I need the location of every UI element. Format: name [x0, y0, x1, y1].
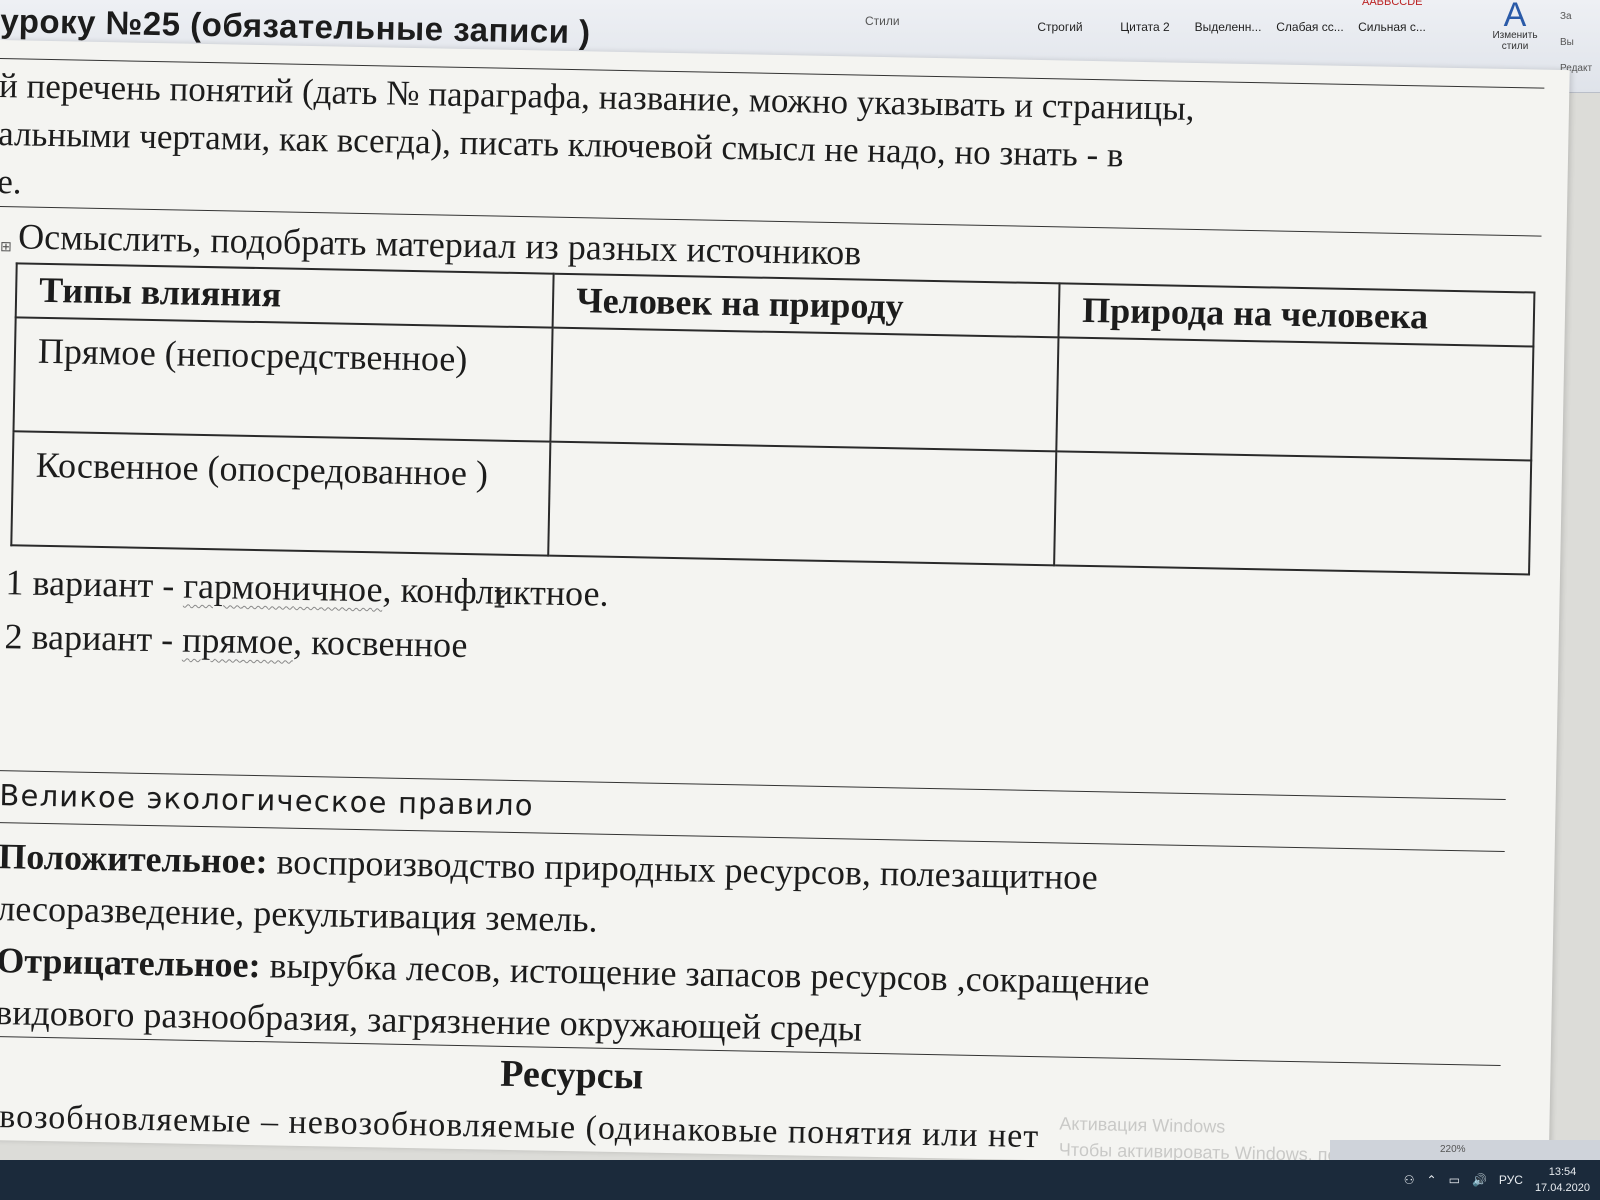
- style-strict[interactable]: Строгий: [1020, 0, 1100, 40]
- document-page[interactable]: уроку №25 (обязательные записи ) й переч…: [0, 2, 1570, 1188]
- table-cell[interactable]: Прямое (непосредственное): [13, 317, 553, 442]
- style-subtle-reference[interactable]: Слабая сс...: [1270, 0, 1350, 40]
- table-move-handle-icon[interactable]: ⊞: [0, 238, 12, 255]
- volume-icon[interactable]: 🔊: [1472, 1173, 1487, 1187]
- positive-label: Положительное:: [0, 836, 268, 882]
- change-styles-label: Изменить стили: [1492, 30, 1538, 52]
- taskbar: ⚇ ⌃ ▭ 🔊 РУС 13:54 17.04.2020: [0, 1160, 1600, 1200]
- table-cell[interactable]: Косвенное (опосредованное ): [11, 431, 551, 556]
- people-icon[interactable]: ⚇: [1404, 1173, 1415, 1187]
- select-tool[interactable]: Вы: [1560, 30, 1600, 56]
- font-a-icon: A: [1503, 0, 1527, 34]
- rule-heading: Великое экологическое правило: [0, 778, 535, 823]
- resources-line: возобновляемые – невозобновляемые (одина…: [0, 1098, 1040, 1156]
- status-bar: 220%: [1330, 1140, 1600, 1160]
- table-cell[interactable]: [1056, 337, 1534, 461]
- header-human-on-nature: Человек на природу: [552, 273, 1060, 338]
- style-emphasis[interactable]: Выделенн...: [1188, 0, 1268, 40]
- table-cell[interactable]: [548, 441, 1057, 566]
- style-intense-reference[interactable]: AABBCCDE Сильная с...: [1352, 0, 1432, 40]
- style-preview: AABBCCDE: [1362, 0, 1423, 8]
- network-icon[interactable]: ▭: [1449, 1173, 1460, 1187]
- table-cell[interactable]: [1054, 451, 1532, 575]
- styles-group-label: Стили: [865, 14, 900, 28]
- style-quote-2[interactable]: Цитата 2: [1105, 0, 1185, 40]
- influence-table: Типы влияния Человек на природу Природа …: [10, 262, 1535, 575]
- clock[interactable]: 13:54 17.04.2020: [1535, 1164, 1590, 1196]
- change-styles-button[interactable]: A Изменить стили: [1480, 0, 1550, 70]
- resources-heading: Ресурсы: [499, 1052, 644, 1098]
- system-tray: ⚇ ⌃ ▭ 🔊 РУС 13:54 17.04.2020: [1404, 1160, 1600, 1200]
- language-indicator[interactable]: РУС: [1499, 1173, 1523, 1187]
- chevron-up-icon[interactable]: ⌃: [1427, 1173, 1437, 1187]
- table-cell[interactable]: [550, 327, 1059, 452]
- effects-paragraph: Положительное: воспроизводство природных…: [0, 830, 1499, 1067]
- negative-label: Отрицательное:: [0, 940, 261, 986]
- replace-tool[interactable]: За: [1560, 4, 1600, 30]
- zoom-level[interactable]: 220%: [1440, 1144, 1466, 1155]
- header-nature-on-human: Природа на человека: [1058, 283, 1535, 347]
- variants-list: 1 вариант - гармоничное, конфликтное. 2 …: [4, 555, 609, 675]
